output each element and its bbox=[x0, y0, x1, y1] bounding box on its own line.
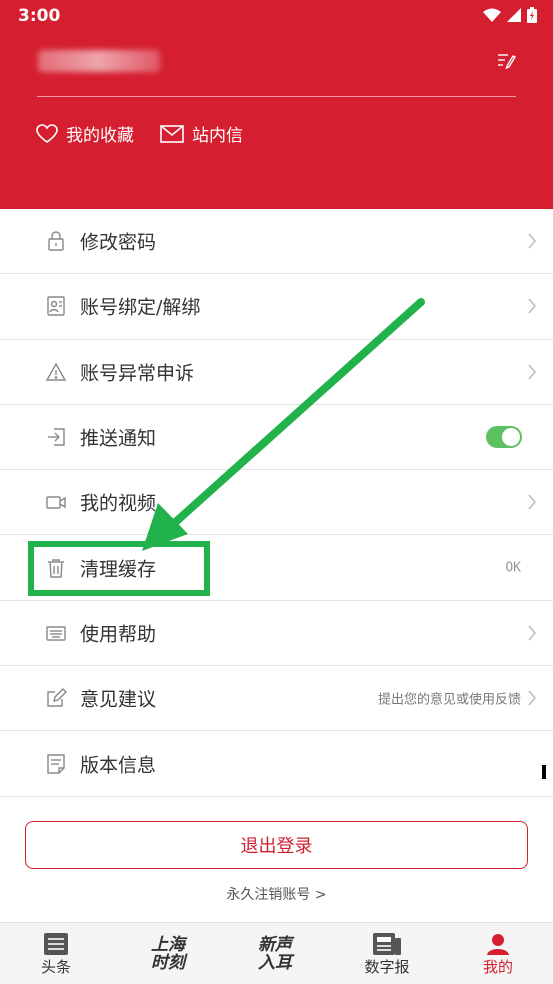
row-version-info[interactable]: 版本信息 bbox=[0, 731, 553, 797]
keyboard-icon bbox=[46, 626, 66, 641]
status-bar: 3:00 bbox=[0, 0, 553, 32]
row-change-password[interactable]: 修改密码 bbox=[0, 209, 553, 275]
messages-link[interactable]: 站内信 bbox=[160, 121, 243, 146]
tab-label: 我的 bbox=[482, 957, 513, 976]
favorites-label: 我的收藏 bbox=[66, 126, 134, 146]
row-label: 推送通知 bbox=[80, 427, 157, 450]
tab-label: 头条 bbox=[40, 957, 71, 976]
cancel-account-link[interactable]: 永久注销账号 > bbox=[0, 884, 553, 904]
edit-profile-icon[interactable] bbox=[496, 50, 516, 74]
row-help[interactable]: 使用帮助 bbox=[0, 601, 553, 667]
row-label: 账号绑定/解绑 bbox=[80, 296, 201, 319]
profile-header: 3:00 我的收藏 站内信 bbox=[0, 0, 553, 210]
chevron-right-icon bbox=[528, 364, 536, 380]
row-my-videos[interactable]: 我的视频 bbox=[0, 470, 553, 536]
tab-me[interactable]: 我的 bbox=[470, 923, 526, 984]
row-account-binding[interactable]: 账号绑定/解绑 bbox=[0, 274, 553, 340]
news-icon bbox=[44, 932, 68, 955]
id-card-icon bbox=[47, 296, 65, 317]
warning-icon bbox=[45, 362, 67, 381]
trash-icon bbox=[48, 558, 64, 578]
tab-brand-line2: 入耳 bbox=[258, 953, 292, 973]
battery-icon bbox=[527, 7, 537, 23]
tab-digital-paper[interactable]: 数字报 bbox=[357, 923, 417, 984]
wifi-icon bbox=[483, 8, 501, 22]
chevron-right-icon bbox=[528, 233, 536, 249]
tab-headlines[interactable]: 头条 bbox=[28, 923, 84, 984]
tab-brand-line2: 时刻 bbox=[151, 953, 185, 973]
row-label: 修改密码 bbox=[80, 231, 157, 254]
chevron-right-icon bbox=[528, 625, 536, 641]
chevron-right-icon bbox=[528, 298, 536, 314]
messages-label: 站内信 bbox=[192, 126, 243, 146]
tab-new-voice[interactable]: 新声 入耳 bbox=[240, 923, 310, 984]
row-clear-cache[interactable]: 清理缓存 OK bbox=[0, 535, 553, 601]
row-label: 我的视频 bbox=[80, 492, 157, 515]
lock-icon bbox=[48, 231, 64, 251]
document-icon bbox=[47, 753, 65, 774]
push-notification-toggle[interactable] bbox=[486, 426, 522, 449]
signal-icon bbox=[507, 8, 521, 22]
chevron-right-icon bbox=[528, 690, 536, 706]
tab-label: 数字报 bbox=[364, 957, 410, 976]
row-label: 意见建议 bbox=[80, 688, 157, 711]
settings-list: 修改密码 账号绑定/解绑 账号异常申诉 推送通知 我的视频 清理缓存 OK 使用… bbox=[0, 209, 553, 797]
heart-icon bbox=[36, 123, 58, 143]
newspaper-icon bbox=[373, 932, 401, 955]
bottom-tab-bar: 头条 上海 时刻 新声 入耳 数字报 我的 bbox=[0, 922, 553, 984]
user-name-blurred[interactable] bbox=[38, 50, 160, 72]
user-icon bbox=[487, 933, 509, 955]
logout-button[interactable]: 退出登录 bbox=[25, 821, 528, 869]
row-label: 版本信息 bbox=[80, 754, 157, 777]
cache-size-value: OK bbox=[505, 560, 521, 576]
header-divider bbox=[37, 96, 516, 97]
logout-area: 退出登录 永久注销账号 > bbox=[0, 797, 553, 922]
video-camera-icon bbox=[46, 496, 66, 510]
chevron-right-icon bbox=[528, 494, 536, 510]
row-push-notification: 推送通知 bbox=[0, 405, 553, 471]
feedback-hint: 提出您的意见或使用反馈 bbox=[377, 692, 521, 708]
favorites-link[interactable]: 我的收藏 bbox=[36, 121, 134, 146]
sign-in-icon bbox=[48, 428, 65, 446]
tab-shanghai-moment[interactable]: 上海 时刻 bbox=[133, 923, 203, 984]
row-account-appeal[interactable]: 账号异常申诉 bbox=[0, 340, 553, 405]
row-label: 使用帮助 bbox=[80, 623, 157, 646]
pencil-icon bbox=[47, 688, 67, 707]
row-label: 清理缓存 bbox=[80, 558, 157, 581]
scroll-indicator bbox=[542, 765, 546, 779]
mail-icon bbox=[160, 124, 184, 143]
row-label: 账号异常申诉 bbox=[80, 362, 195, 385]
tab-brand-line1: 上海 bbox=[151, 935, 185, 955]
status-icons bbox=[483, 7, 537, 23]
tab-brand-line1: 新声 bbox=[258, 935, 292, 955]
status-time: 3:00 bbox=[18, 6, 61, 26]
row-feedback[interactable]: 意见建议 提出您的意见或使用反馈 bbox=[0, 666, 553, 732]
